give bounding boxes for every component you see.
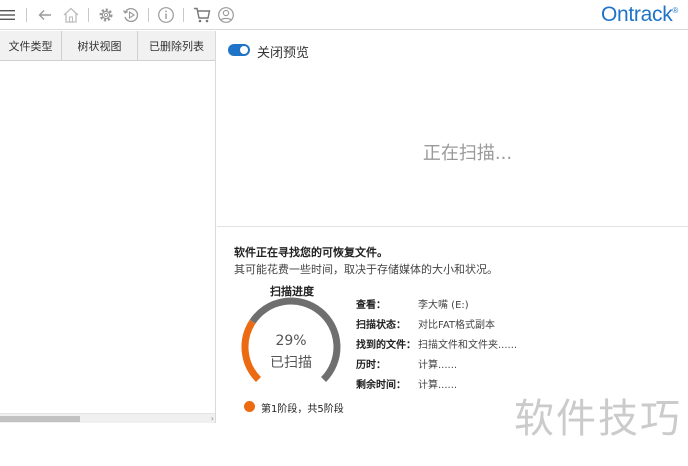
info-icon[interactable]	[156, 5, 176, 25]
right-pane: 关闭预览 正在扫描... 软件正在寻找您的可恢复文件。 其可能花费一些时间，取决…	[217, 31, 688, 423]
detail-key: 历时：	[356, 360, 386, 371]
detail-key: 查看：	[356, 300, 386, 311]
view-tabs: 文件类型 树状视图 已删除列表	[0, 31, 215, 61]
toolbar-separator	[88, 8, 89, 22]
detail-row: 扫描状态： 对比FAT格式副本	[356, 316, 556, 331]
tab-file-types[interactable]: 文件类型	[0, 31, 62, 61]
brand-logo: Ontrack®	[601, 3, 678, 27]
brand-name: Ontrack	[600, 3, 673, 26]
settings-icon[interactable]	[96, 5, 116, 25]
detail-value: 扫描文件和文件夹......	[418, 340, 518, 351]
detail-key: 扫描状态：	[356, 320, 406, 331]
home-icon[interactable]	[61, 5, 81, 25]
detail-value: 计算......	[418, 380, 458, 391]
toolbar-separator	[148, 8, 149, 22]
scan-title: 软件正在寻找您的可恢复文件。	[234, 246, 388, 259]
toolbar-separator	[26, 8, 27, 22]
stage-indicator-icon	[244, 401, 255, 412]
preview-status: 正在扫描...	[422, 143, 513, 164]
user-icon[interactable]	[216, 5, 236, 25]
watermark: 软件技巧	[514, 396, 682, 442]
scan-subtitle: 其可能花费一些时间，取决于存储媒体的大小和状况。	[234, 263, 498, 276]
scrollbar-thumb[interactable]	[0, 416, 80, 422]
menu-icon[interactable]	[0, 5, 16, 25]
detail-row: 查看： 李大嘴 (E:)	[356, 296, 556, 311]
preview-toggle-label: 关闭预览	[257, 46, 310, 61]
left-pane: 文件类型 树状视图 已删除列表 ›	[0, 31, 216, 423]
detail-row: 历时： 计算......	[356, 356, 556, 371]
tab-tree-view[interactable]: 树状视图	[62, 31, 138, 61]
toggle-knob	[240, 46, 248, 54]
detail-row: 找到的文件： 扫描文件和文件夹......	[356, 336, 556, 351]
progress-label: 已扫描	[270, 355, 312, 371]
stage-label: 第1阶段，共5阶段	[261, 404, 344, 415]
detail-value: 李大嘴 (E:)	[418, 300, 469, 311]
scroll-right-icon[interactable]: ›	[211, 414, 214, 423]
preview-toggle[interactable]	[228, 44, 250, 56]
history-icon[interactable]	[121, 5, 141, 25]
brand-mark: ®	[672, 6, 678, 15]
back-icon[interactable]	[37, 5, 53, 25]
detail-key: 找到的文件：	[356, 340, 416, 351]
section-divider	[217, 226, 688, 227]
tab-deleted-list[interactable]: 已删除列表	[138, 31, 215, 61]
detail-key: 剩余时间：	[356, 380, 406, 391]
progress-percent: 29%	[275, 333, 307, 349]
horizontal-scrollbar[interactable]: ›	[0, 413, 215, 423]
toolbar-separator	[183, 8, 184, 22]
cart-icon[interactable]	[192, 5, 212, 25]
toolbar: Ontrack®	[0, 0, 688, 30]
detail-value: 计算......	[418, 360, 458, 371]
detail-value: 对比FAT格式副本	[418, 320, 496, 331]
